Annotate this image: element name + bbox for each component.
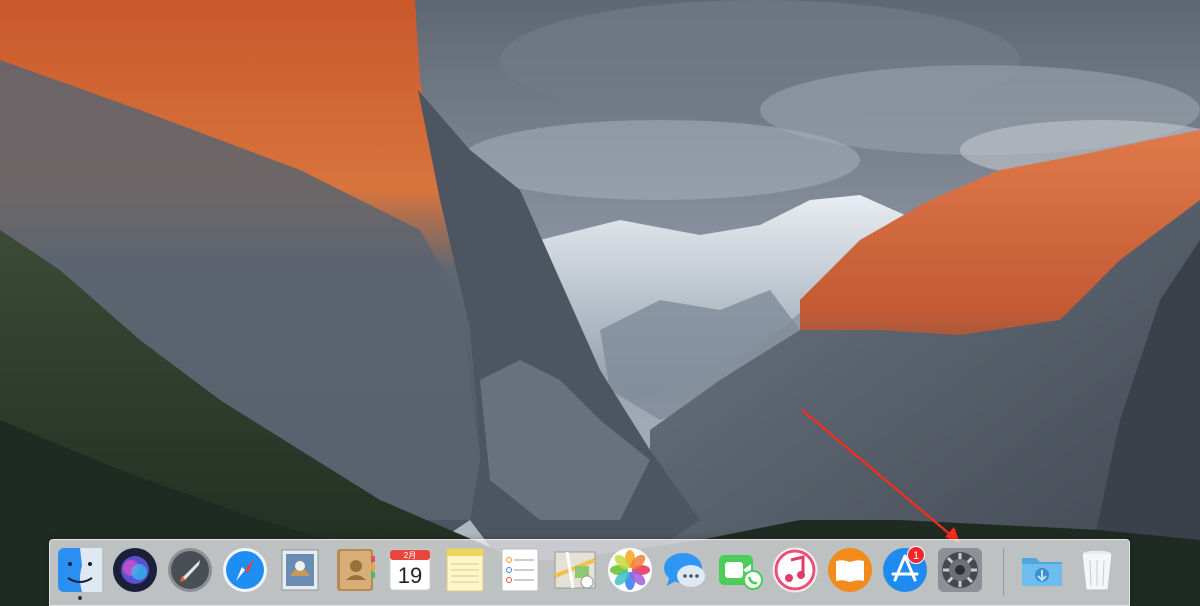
messages-icon[interactable] — [661, 546, 709, 596]
contacts-icon[interactable] — [331, 546, 379, 596]
app-store-icon[interactable]: 1 — [881, 546, 929, 596]
photos-icon[interactable] — [606, 546, 654, 596]
itunes-icon[interactable] — [771, 546, 819, 596]
system-preferences-icon[interactable] — [936, 546, 984, 596]
ibooks-icon[interactable] — [826, 546, 874, 596]
downloads-folder-icon[interactable] — [1018, 546, 1066, 596]
running-indicator — [78, 596, 82, 600]
launchpad-icon[interactable] — [166, 546, 214, 596]
trash-icon[interactable] — [1073, 546, 1121, 596]
mail-icon[interactable] — [276, 546, 324, 596]
calendar-month: 2月 — [404, 551, 416, 560]
facetime-icon[interactable] — [716, 546, 764, 596]
app-store-badge: 1 — [907, 546, 925, 564]
safari-icon[interactable] — [221, 546, 269, 596]
desktop-wallpaper — [0, 0, 1200, 606]
siri-icon[interactable] — [111, 546, 159, 596]
maps-icon[interactable] — [551, 546, 599, 596]
notes-icon[interactable] — [441, 546, 489, 596]
reminders-icon[interactable] — [496, 546, 544, 596]
dock-separator — [1003, 548, 1004, 596]
finder-icon[interactable] — [56, 546, 104, 600]
calendar-icon[interactable]: 2月 19 — [386, 546, 434, 596]
dock: 2月 19 1 — [49, 539, 1130, 606]
calendar-day: 19 — [398, 563, 422, 588]
